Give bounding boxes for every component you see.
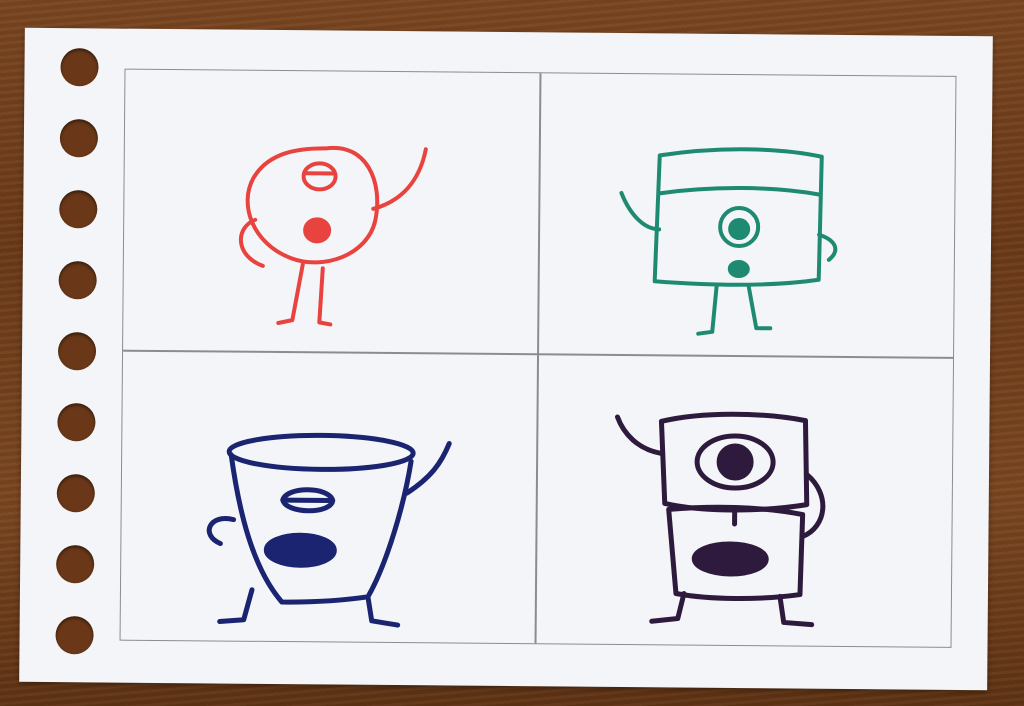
monster-teal-drawing — [619, 147, 838, 336]
monster-red-drawing — [238, 145, 428, 327]
monster-drawings — [206, 145, 838, 628]
monster-navy-drawing — [206, 432, 452, 628]
paper-card — [19, 27, 993, 691]
photo-scene — [0, 0, 1024, 706]
monster-purple-drawing — [614, 411, 826, 628]
